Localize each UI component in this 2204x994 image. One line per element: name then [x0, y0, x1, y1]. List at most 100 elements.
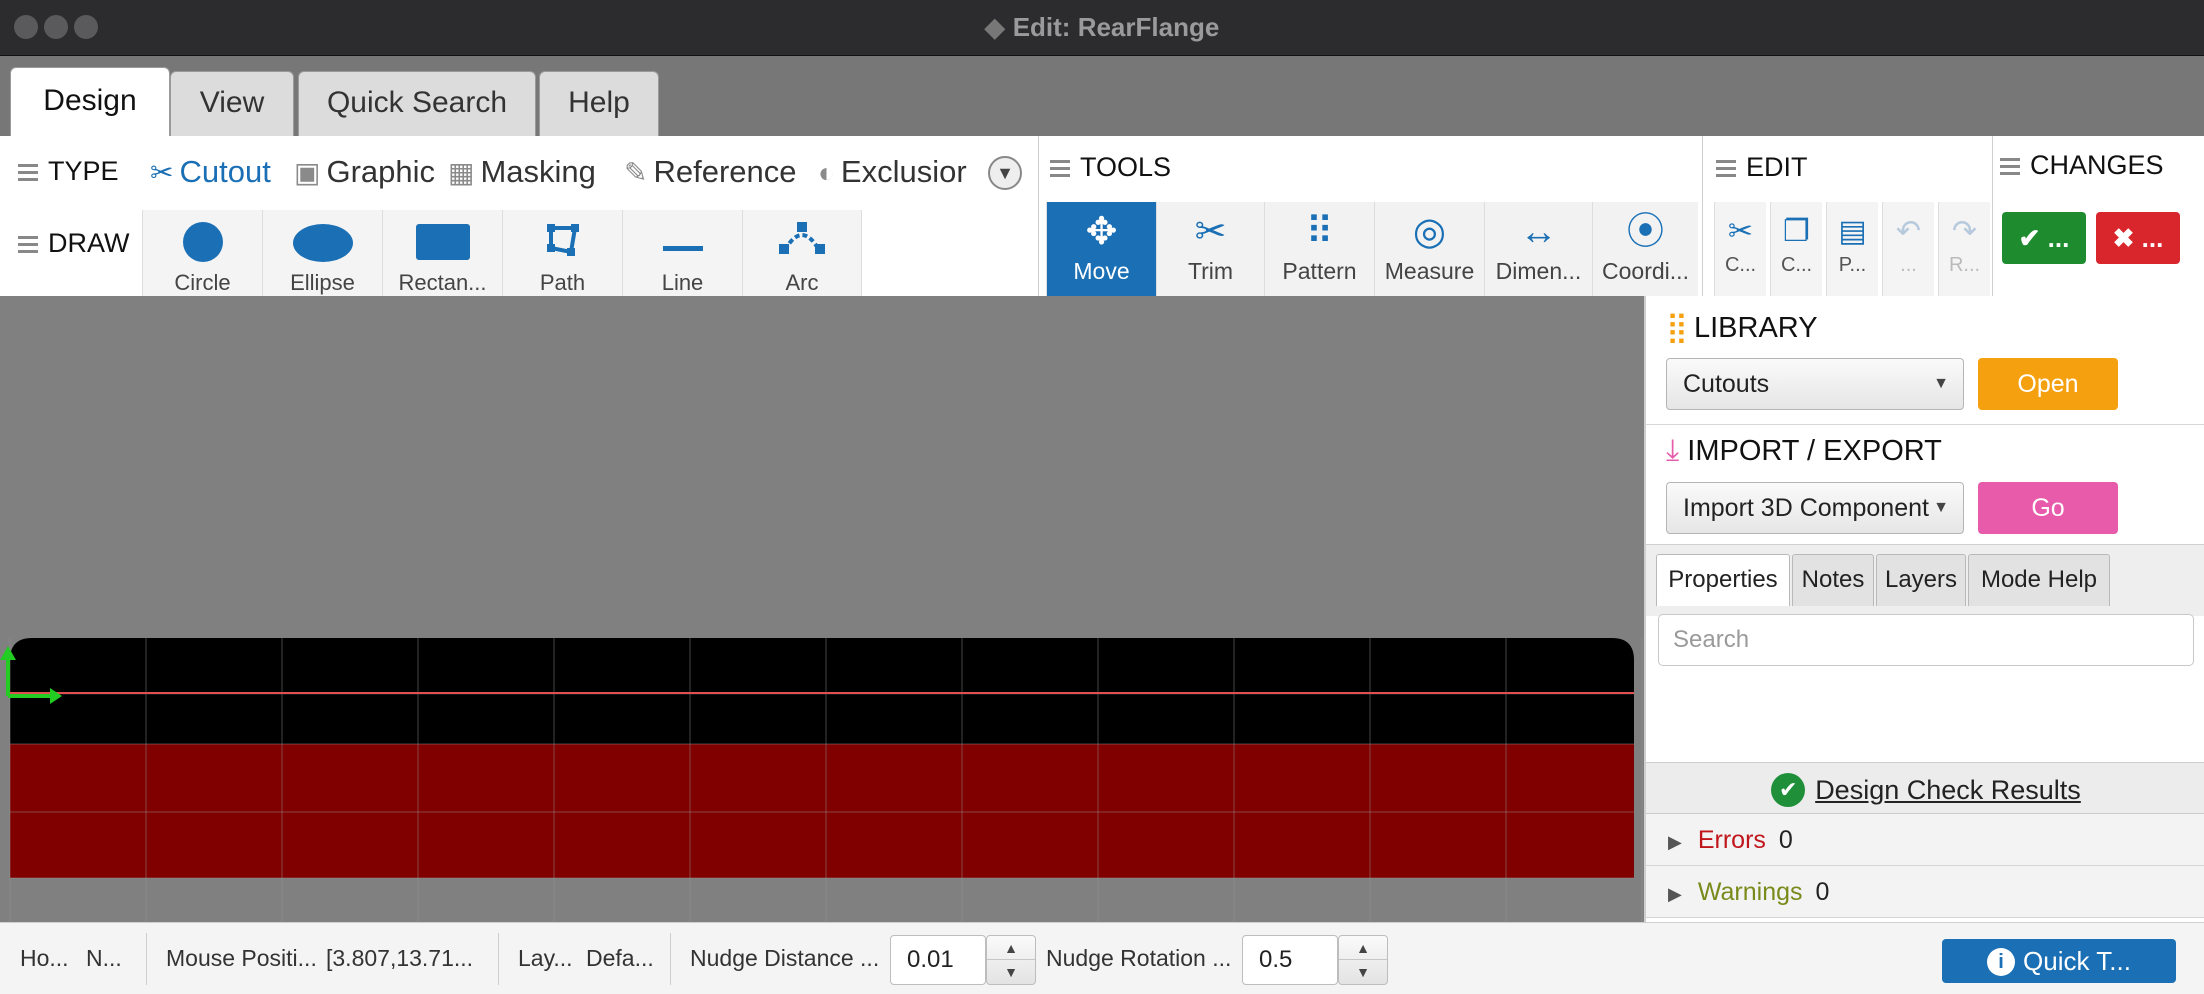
edit-cut-button[interactable]: ✂ C...: [1714, 202, 1766, 296]
errors-row[interactable]: ▶ Errors 0: [1646, 814, 2204, 866]
move-arrows-icon: ✥: [1085, 211, 1118, 253]
nudge-rotation-label: Nudge Rotation ...: [1046, 945, 1232, 971]
library-open-button[interactable]: Open: [1978, 358, 2118, 410]
changes-section-label[interactable]: CHANGES: [2000, 150, 2164, 181]
status-divider: [670, 933, 671, 985]
tool-coordinate-button[interactable]: ⦿ Coordi...: [1592, 202, 1698, 296]
layer-value: Defa...: [586, 945, 654, 971]
check-circle-icon: ✔: [1771, 772, 1806, 807]
document-icon: ◆: [984, 12, 1005, 42]
errors-count: 0: [1778, 826, 1793, 854]
ribbon-toolbar: TYPE ✂ Cutout ▣ Graphic ▦ Masking ✎ Referenc…: [0, 136, 2204, 296]
draw-circle-button[interactable]: Circle: [142, 210, 262, 296]
draw-arc-button[interactable]: Arc: [742, 210, 862, 296]
download-icon: ⤓: [1666, 434, 1680, 467]
tool-measure-button[interactable]: ◎ Measure: [1374, 202, 1484, 296]
right-panel: ⣿ LIBRARY Cutouts ▼ Open ⤓ IMPORT / EXPORT …: [1644, 296, 2204, 922]
draw-path-button[interactable]: Path: [502, 210, 622, 296]
edit-redo-button[interactable]: ↷ R...: [1938, 202, 1990, 296]
warnings-row[interactable]: ▶ Warnings 0: [1646, 866, 2204, 918]
circle-icon: [182, 222, 223, 262]
tool-dimension-button[interactable]: ↔ Dimen...: [1484, 202, 1592, 296]
tab-design[interactable]: Design: [10, 67, 170, 137]
tab-properties[interactable]: Properties: [1656, 554, 1790, 606]
tab-help[interactable]: Help: [539, 71, 659, 136]
part-top-region: [10, 638, 1634, 744]
hamburger-icon: [2000, 154, 2020, 179]
properties-search-input[interactable]: [1658, 614, 2194, 666]
type-masking[interactable]: ▦ Masking: [448, 154, 596, 190]
import-export-select[interactable]: Import 3D Component ▼: [1666, 482, 1964, 534]
pencil-icon: ✎: [624, 157, 648, 188]
info-icon: i: [1987, 948, 2016, 976]
design-canvas[interactable]: [0, 296, 1644, 922]
tab-view[interactable]: View: [170, 71, 294, 136]
ho-value: N...: [86, 945, 122, 971]
design-check-header[interactable]: ✔ Design Check Results: [1646, 762, 2204, 814]
type-graphic[interactable]: ▣ Graphic: [294, 154, 435, 190]
type-reference[interactable]: ✎ Reference: [624, 154, 797, 190]
tool-trim-button[interactable]: ✂ Trim: [1156, 202, 1264, 296]
tools-section-label[interactable]: TOOLS: [1050, 152, 1171, 183]
part-cutout-region: [10, 744, 1634, 878]
expand-triangle-icon: ▶: [1668, 884, 1682, 904]
draw-section-label[interactable]: DRAW: [18, 228, 130, 259]
quick-tips-button[interactable]: i Quick T...: [1942, 939, 2176, 983]
chevron-down-icon: ▼: [1933, 375, 1949, 392]
undo-icon: ↶: [1895, 215, 1922, 248]
stepper-up-icon[interactable]: ▲: [1339, 936, 1387, 960]
nudge-distance-stepper[interactable]: ▲ ▼: [986, 935, 1036, 985]
type-section-label[interactable]: TYPE: [18, 156, 119, 187]
draw-rectangle-button[interactable]: Rectan...: [382, 210, 502, 296]
redo-icon: ↷: [1951, 215, 1978, 248]
status-divider: [146, 933, 147, 985]
line-icon: [662, 246, 703, 251]
nudge-distance-input[interactable]: 0.01: [890, 935, 986, 985]
ribbon-divider: [1038, 136, 1039, 296]
rectangle-icon: [415, 224, 470, 260]
half-circle-icon: ◐: [818, 157, 835, 188]
stepper-up-icon[interactable]: ▲: [987, 936, 1035, 960]
canvas-drawing[interactable]: [0, 296, 1644, 922]
type-cutout[interactable]: ✂ Cutout: [150, 154, 271, 190]
edit-undo-button[interactable]: ↶ ...: [1882, 202, 1934, 296]
scissors-icon: ✂: [1727, 215, 1754, 248]
accept-changes-button[interactable]: ✔ ...: [2002, 212, 2086, 264]
tool-move-button[interactable]: ✥ Move: [1046, 202, 1156, 296]
tool-pattern-button[interactable]: ⠿ Pattern: [1264, 202, 1374, 296]
tab-notes[interactable]: Notes: [1792, 554, 1874, 606]
hamburger-icon: [1050, 156, 1070, 181]
scissors-icon: ✂: [150, 157, 174, 188]
nudge-rotation-stepper[interactable]: ▲ ▼: [1338, 935, 1388, 985]
hamburger-icon: [18, 232, 38, 257]
draw-line-button[interactable]: Line: [622, 210, 742, 296]
reject-changes-button[interactable]: ✖ ...: [2096, 212, 2180, 264]
status-bar: Ho... N... Mouse Positi... [3.807,13.71.…: [0, 922, 2204, 994]
ellipse-icon: [292, 224, 353, 262]
nudge-distance-label: Nudge Distance ...: [690, 945, 880, 971]
window-title: ◆ Edit: RearFlange: [0, 12, 2204, 43]
mouse-position-value: [3.807,13.71...: [326, 945, 474, 971]
main-tab-strip: Design View Quick Search Help: [0, 56, 2204, 137]
edit-section-label[interactable]: EDIT: [1716, 152, 1808, 183]
edit-paste-button[interactable]: ▤ P...: [1826, 202, 1878, 296]
tab-mode-help[interactable]: Mode Help: [1968, 554, 2110, 606]
library-select[interactable]: Cutouts ▼: [1666, 358, 1964, 410]
stepper-down-icon[interactable]: ▼: [1339, 960, 1387, 984]
tab-layers[interactable]: Layers: [1876, 554, 1966, 606]
type-exclusion[interactable]: ◐ Exclusior: [818, 154, 967, 190]
edit-copy-button[interactable]: ❐ C...: [1770, 202, 1822, 296]
stepper-down-icon[interactable]: ▼: [987, 960, 1035, 984]
tape-measure-icon: ◎: [1412, 211, 1447, 253]
nudge-rotation-input[interactable]: 0.5: [1242, 935, 1338, 985]
draw-ellipse-button[interactable]: Ellipse: [262, 210, 382, 296]
type-more-dropdown[interactable]: ▼: [988, 156, 1022, 190]
title-bar: ◆ Edit: RearFlange: [0, 0, 2204, 56]
import-export-go-button[interactable]: Go: [1978, 482, 2118, 534]
tab-quick-search[interactable]: Quick Search: [298, 71, 536, 136]
ribbon-divider: [1992, 136, 1993, 296]
path-icon: [545, 222, 581, 258]
chevron-down-icon: ▼: [1933, 499, 1949, 516]
panel-divider: [1646, 424, 2204, 425]
hamburger-icon: [18, 160, 38, 185]
